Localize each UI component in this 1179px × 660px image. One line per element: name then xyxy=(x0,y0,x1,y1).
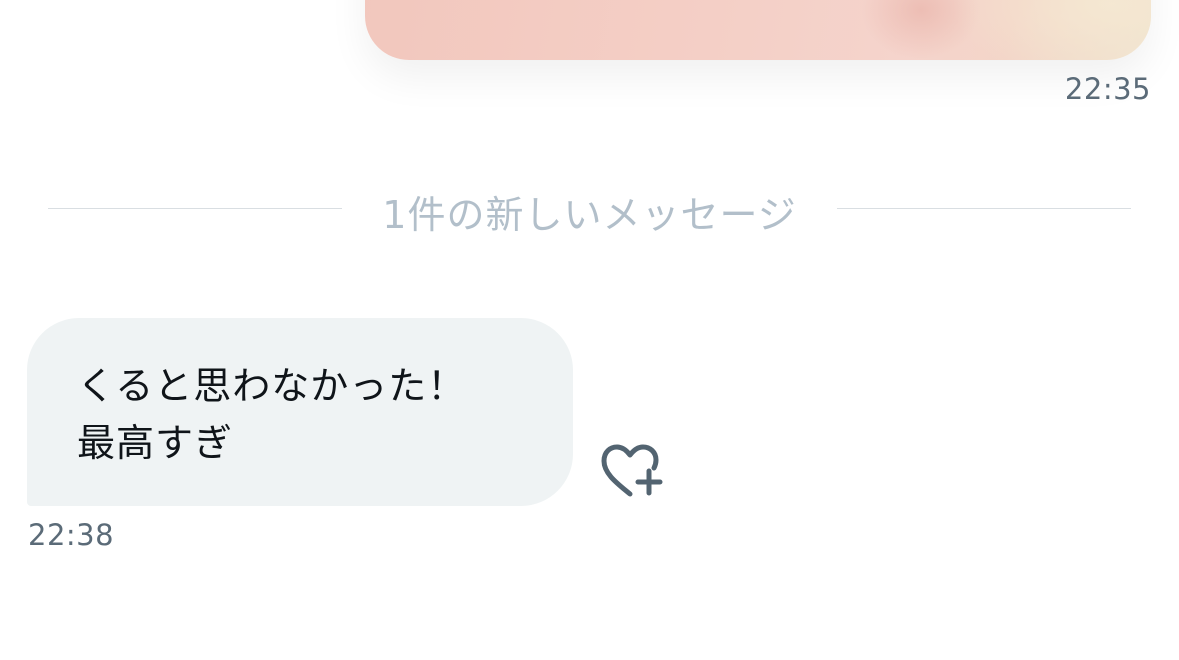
received-message-bubble[interactable]: くると思わなかった！ 最高すぎ xyxy=(27,318,573,506)
message-text: くると思わなかった！ 最高すぎ xyxy=(77,364,467,465)
sent-image-message[interactable] xyxy=(365,0,1151,60)
sent-message-timestamp: 22:35 xyxy=(1064,72,1151,106)
divider-line-right xyxy=(837,208,1131,209)
received-message-timestamp: 22:38 xyxy=(28,518,115,552)
new-messages-divider: 1件の新しいメッセージ xyxy=(48,178,1131,238)
new-messages-label: 1件の新しいメッセージ xyxy=(382,193,797,237)
image-highlight xyxy=(951,0,1151,60)
heart-plus-icon[interactable] xyxy=(600,442,666,500)
